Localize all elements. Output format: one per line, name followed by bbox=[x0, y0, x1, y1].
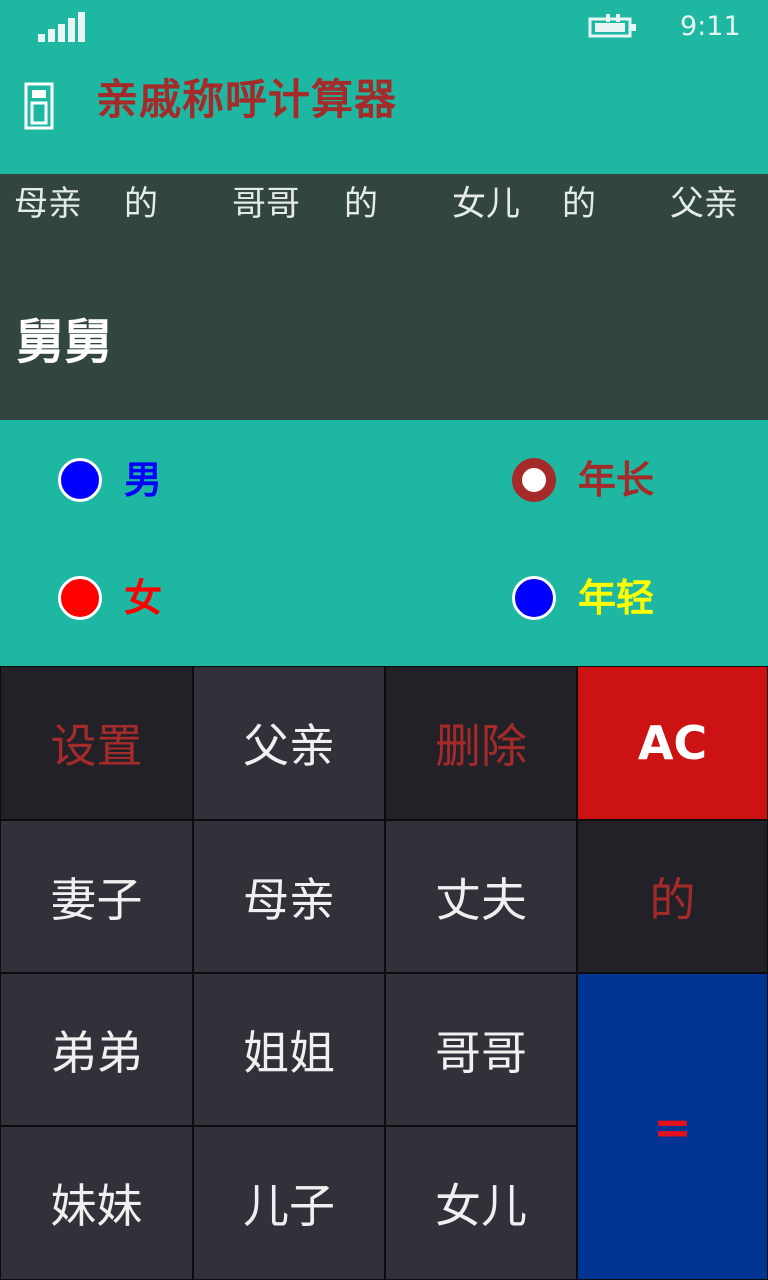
calculator-icon bbox=[24, 82, 54, 130]
radio-label-female: 女 bbox=[124, 576, 163, 620]
radio-dot-icon bbox=[512, 576, 556, 620]
expression-term: 母亲 bbox=[14, 184, 82, 224]
daughter-button[interactable]: 女儿 bbox=[385, 1126, 577, 1280]
radio-dot-icon bbox=[58, 458, 102, 502]
mother-button[interactable]: 母亲 bbox=[193, 820, 385, 973]
clear-button[interactable]: AC bbox=[577, 666, 768, 820]
signal-bars-icon bbox=[38, 12, 86, 42]
older-sister-button[interactable]: 姐姐 bbox=[193, 973, 385, 1126]
radio-label-younger: 年轻 bbox=[578, 576, 655, 620]
expression-term: 父亲 bbox=[670, 184, 738, 224]
expression-term: 的 bbox=[344, 184, 378, 224]
result-text: 舅舅 bbox=[16, 314, 113, 370]
husband-button[interactable]: 丈夫 bbox=[385, 820, 577, 973]
expression-term: 女儿 bbox=[452, 184, 520, 224]
radio-dot-selected-icon bbox=[512, 458, 556, 502]
expression-term: 哥哥 bbox=[232, 184, 300, 224]
father-button[interactable]: 父亲 bbox=[193, 666, 385, 820]
radio-label-male: 男 bbox=[124, 458, 163, 502]
wife-button[interactable]: 妻子 bbox=[0, 820, 193, 973]
status-bar: 9:11 bbox=[0, 0, 768, 56]
radio-older[interactable]: 年长 bbox=[512, 456, 692, 510]
of-button[interactable]: 的 bbox=[577, 820, 768, 973]
radio-younger[interactable]: 年轻 bbox=[512, 574, 692, 628]
younger-sister-button[interactable]: 妹妹 bbox=[0, 1126, 193, 1280]
delete-button[interactable]: 删除 bbox=[385, 666, 577, 820]
younger-brother-button[interactable]: 弟弟 bbox=[0, 973, 193, 1126]
equals-button[interactable]: = bbox=[577, 973, 768, 1280]
radio-dot-icon bbox=[58, 576, 102, 620]
radio-female[interactable]: 女 bbox=[58, 574, 198, 628]
older-brother-button[interactable]: 哥哥 bbox=[385, 973, 577, 1126]
radio-male[interactable]: 男 bbox=[58, 456, 198, 510]
app-title: 亲戚称呼计算器 bbox=[96, 75, 398, 124]
expression-term: 的 bbox=[124, 184, 158, 224]
keypad: 设置 父亲 删除 AC 妻子 母亲 丈夫 的 弟弟 姐姐 哥哥 = 妹妹 儿子 … bbox=[0, 666, 768, 1280]
battery-charging-icon bbox=[588, 14, 636, 38]
son-button[interactable]: 儿子 bbox=[193, 1126, 385, 1280]
radio-label-older: 年长 bbox=[578, 458, 655, 502]
expression-term: 的 bbox=[562, 184, 596, 224]
clock: 9:11 bbox=[680, 11, 741, 42]
expression-line: 母亲 的 哥哥 的 女儿 的 父亲 bbox=[0, 180, 768, 228]
settings-button[interactable]: 设置 bbox=[0, 666, 193, 820]
